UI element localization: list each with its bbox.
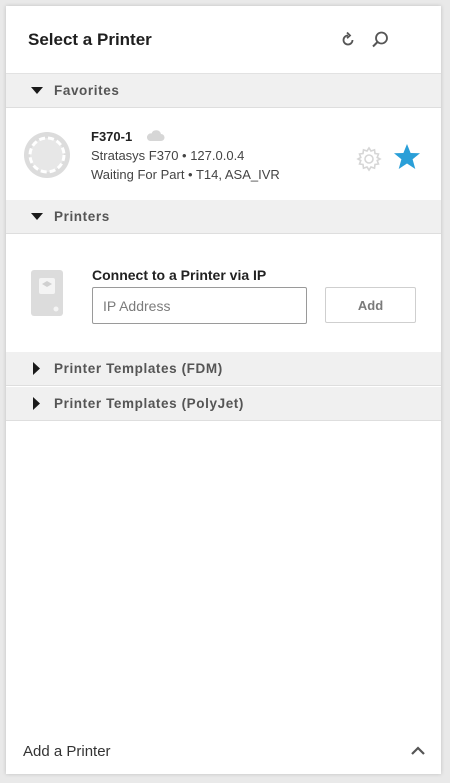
- add-button[interactable]: Add: [325, 287, 416, 323]
- section-favorites[interactable]: Favorites: [6, 74, 441, 108]
- refresh-icon[interactable]: [336, 28, 360, 52]
- add-printer-footer[interactable]: Add a Printer: [6, 734, 441, 774]
- add-printer-label: Add a Printer: [23, 743, 111, 760]
- favorite-star-icon[interactable]: [393, 143, 421, 176]
- panel-header: Select a Printer: [6, 6, 441, 74]
- cloud-icon: [145, 129, 165, 147]
- printer-name: F370-1: [91, 129, 133, 144]
- section-label: Printer Templates (FDM): [54, 361, 223, 376]
- connect-title: Connect to a Printer via IP: [92, 267, 267, 283]
- section-label: Favorites: [54, 83, 120, 98]
- caret-down-icon: [30, 84, 44, 98]
- printer-avatar-icon: [23, 131, 71, 179]
- page-title: Select a Printer: [28, 30, 152, 49]
- connect-via-ip: Connect to a Printer via IP Add: [6, 237, 441, 351]
- section-label: Printers: [54, 209, 110, 224]
- printer-status: Waiting For Part • T14, ASA_IVR: [91, 167, 280, 182]
- select-printer-panel: Select a Printer Favorites F370-1 Strata…: [6, 6, 441, 774]
- network-printer-icon: [30, 269, 64, 322]
- caret-right-icon: [30, 397, 44, 411]
- gear-icon[interactable]: [356, 146, 382, 177]
- ip-address-input[interactable]: [92, 287, 307, 324]
- section-templates-fdm[interactable]: Printer Templates (FDM): [6, 352, 441, 386]
- search-icon[interactable]: [368, 28, 392, 52]
- chevron-up-icon[interactable]: [409, 742, 427, 765]
- printer-model-ip: Stratasys F370 • 127.0.0.4: [91, 148, 245, 163]
- section-templates-polyjet[interactable]: Printer Templates (PolyJet): [6, 387, 441, 421]
- caret-right-icon: [30, 362, 44, 376]
- section-printers[interactable]: Printers: [6, 200, 441, 234]
- caret-down-icon: [30, 210, 44, 224]
- section-label: Printer Templates (PolyJet): [54, 396, 244, 411]
- favorite-printer-row[interactable]: F370-1 Stratasys F370 • 127.0.0.4 Waitin…: [6, 109, 441, 201]
